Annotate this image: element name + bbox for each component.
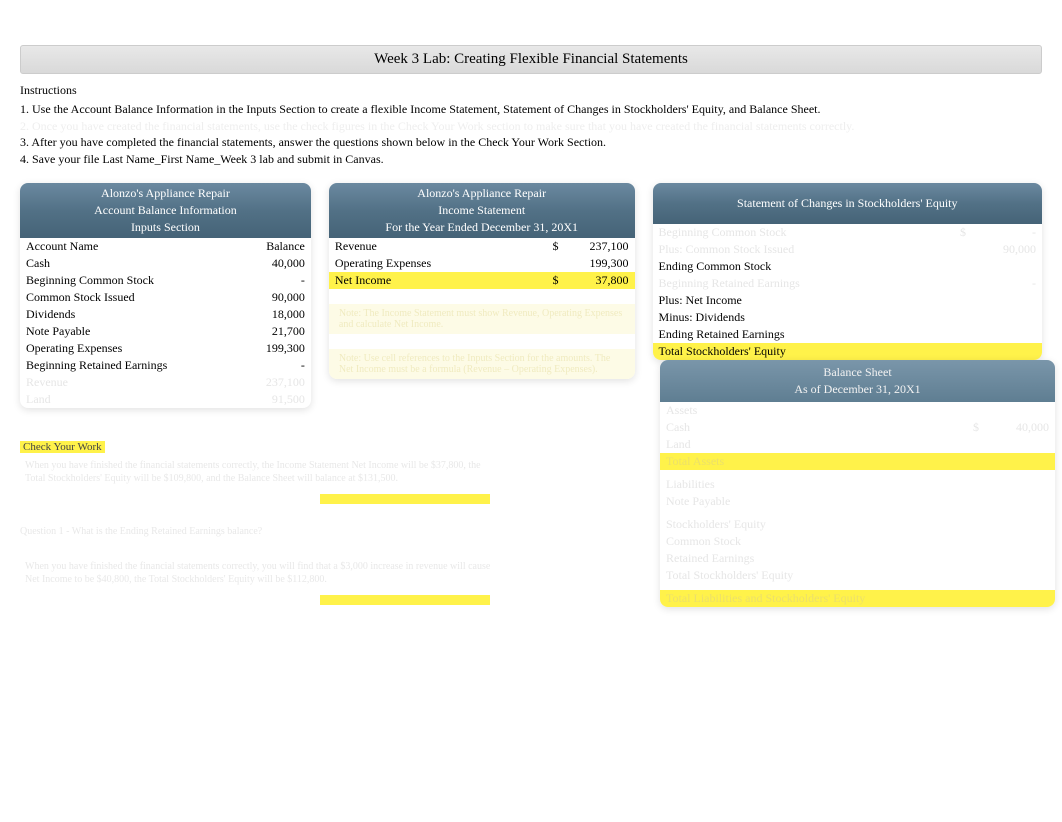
balance-header-l1: Balance Sheet	[660, 364, 1055, 381]
income-header-l3: For the Year Ended December 31, 20X1	[329, 219, 635, 236]
check-q2: Question 1 - What is the Ending Retained…	[20, 526, 500, 537]
check-work-block: Check Your Work When you have finished t…	[20, 438, 500, 605]
table-row: Common Stock Issued90,000	[20, 289, 311, 306]
inputs-header: Alonzo's Appliance Repair Account Balanc…	[20, 183, 311, 238]
income-header-l1: Alonzo's Appliance Repair	[329, 185, 635, 202]
table-row: Revenue $ 237,100	[329, 238, 635, 255]
equity-header: Statement of Changes in Stockholders' Eq…	[653, 183, 1042, 224]
instruction-3: 3. After you have completed the financia…	[20, 134, 1042, 151]
table-row: Beginning Common Stock-	[20, 272, 311, 289]
page-title: Week 3 Lab: Creating Flexible Financial …	[20, 45, 1042, 74]
instruction-2-faded: 2. Once you have created the financial s…	[20, 118, 1042, 135]
table-row: Plus: Net Income	[653, 292, 1042, 309]
balance-sheet-block: Balance Sheet As of December 31, 20X1 As…	[660, 360, 1055, 607]
net-income-row: Net Income $ 37,800	[329, 272, 635, 289]
instructions-block: Instructions 1. Use the Account Balance …	[20, 82, 1042, 168]
table-row-faded: Beginning Retained Earnings-	[653, 275, 1042, 292]
table-row: Operating Expenses 199,300	[329, 255, 635, 272]
equity-panel: Statement of Changes in Stockholders' Eq…	[653, 183, 1042, 360]
col-account-name: Account Name	[20, 238, 241, 255]
equity-table: Beginning Common Stock$- Plus: Common St…	[653, 224, 1042, 360]
inputs-panel: Alonzo's Appliance Repair Account Balanc…	[20, 183, 311, 408]
table-row: Cash40,000	[20, 255, 311, 272]
table-row: Ending Common Stock	[653, 258, 1042, 275]
netincome-label: Net Income	[329, 272, 545, 289]
inputs-header-l3: Inputs Section	[20, 219, 311, 236]
table-row: Beginning Retained Earnings-	[20, 357, 311, 374]
instructions-heading: Instructions	[20, 82, 1042, 99]
income-header: Alonzo's Appliance Repair Income Stateme…	[329, 183, 635, 238]
instruction-1: 1. Use the Account Balance Information i…	[20, 101, 1042, 118]
income-panel: Alonzo's Appliance Repair Income Stateme…	[329, 183, 635, 379]
table-row: Dividends18,000	[20, 306, 311, 323]
table-row-faded: Plus: Common Stock Issued90,000	[653, 241, 1042, 258]
balance-header-l2: As of December 31, 20X1	[660, 381, 1055, 398]
table-row-faded: Beginning Common Stock$-	[653, 224, 1042, 241]
equity-header-l1: Statement of Changes in Stockholders' Eq…	[653, 195, 1042, 212]
table-row: Note Payable21,700	[20, 323, 311, 340]
revenue-label: Revenue	[329, 238, 545, 255]
table-row-faded: Land91,500	[20, 391, 311, 408]
opexp-label: Operating Expenses	[329, 255, 545, 272]
inputs-header-l2: Account Balance Information	[20, 202, 311, 219]
answer-highlight-1	[320, 494, 490, 504]
table-row: Ending Retained Earnings	[653, 326, 1042, 343]
table-row: Minus: Dividends	[653, 309, 1042, 326]
col-balance: Balance	[241, 238, 311, 255]
check-q1: When you have finished the financial sta…	[20, 454, 500, 490]
inputs-header-l1: Alonzo's Appliance Repair	[20, 185, 311, 202]
table-row-faded: Revenue237,100	[20, 374, 311, 391]
instruction-4: 4. Save your file Last Name_First Name_W…	[20, 151, 1042, 168]
balance-table: Assets Cash$40,000 Land Total Assets Lia…	[660, 402, 1055, 607]
total-equity-row: Total Stockholders' Equity	[653, 343, 1042, 360]
check-heading: Check Your Work	[20, 441, 105, 453]
inputs-table: Account Name Balance Cash40,000 Beginnin…	[20, 238, 311, 408]
balance-header: Balance Sheet As of December 31, 20X1	[660, 360, 1055, 402]
answer-highlight-2	[320, 595, 490, 605]
check-q3: When you have finished the financial sta…	[20, 555, 500, 591]
table-row: Operating Expenses199,300	[20, 340, 311, 357]
income-header-l2: Income Statement	[329, 202, 635, 219]
income-table: Revenue $ 237,100 Operating Expenses 199…	[329, 238, 635, 379]
